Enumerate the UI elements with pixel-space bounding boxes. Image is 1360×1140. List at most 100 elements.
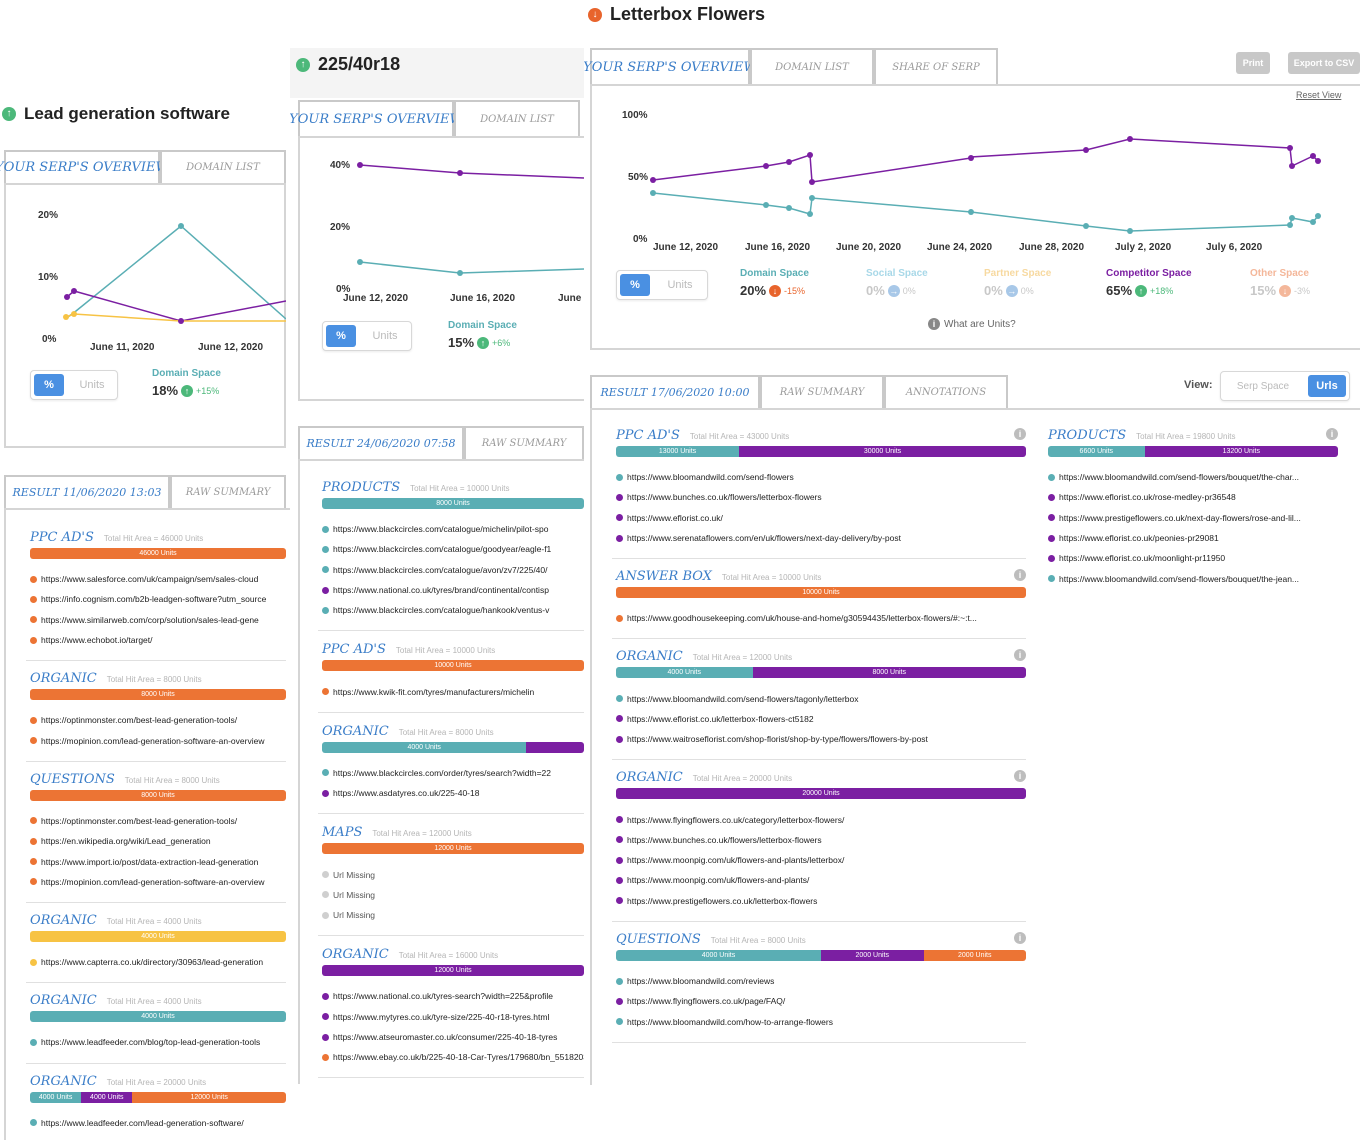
url-item[interactable]: https://www.ebay.co.uk/b/225-40-18-Car-T… bbox=[322, 1047, 584, 1067]
tab-domain-list[interactable]: DOMAIN LIST bbox=[160, 150, 286, 183]
url-text: https://www.similarweb.com/corp/solution… bbox=[41, 614, 259, 625]
url-item[interactable]: Url Missing bbox=[322, 864, 584, 884]
tab-raw-summary[interactable]: RAW SUMMARY bbox=[170, 475, 286, 508]
units-help[interactable]: i What are Units? bbox=[928, 318, 1016, 330]
url-item[interactable]: https://www.waitroseflorist.com/shop-flo… bbox=[616, 729, 1026, 749]
keyword-label: Lead generation software bbox=[24, 104, 230, 123]
url-item[interactable]: https://www.flyingflowers.co.uk/page/FAQ… bbox=[616, 991, 1026, 1011]
section-name: PRODUCTS bbox=[1048, 428, 1127, 443]
url-item[interactable]: https://www.eflorist.co.uk/ bbox=[616, 508, 1026, 528]
url-item[interactable]: https://www.blackcircles.com/catalogue/g… bbox=[322, 539, 584, 559]
tab-raw-summary[interactable]: RAW SUMMARY bbox=[464, 426, 584, 459]
info-icon[interactable]: i bbox=[1014, 931, 1026, 944]
serp-space-button[interactable]: Serp Space bbox=[1221, 372, 1305, 400]
url-item[interactable]: https://mopinion.com/lead-generation-sof… bbox=[30, 730, 286, 750]
url-item[interactable]: https://www.salesforce.com/uk/campaign/s… bbox=[30, 569, 286, 589]
units-button[interactable]: Units bbox=[653, 271, 707, 299]
url-item[interactable]: https://en.wikipedia.org/wiki/Lead_gener… bbox=[30, 831, 286, 851]
tab-domain-list[interactable]: DOMAIN LIST bbox=[454, 100, 580, 136]
domain-dot-icon bbox=[322, 586, 329, 594]
info-icon[interactable]: i bbox=[1326, 428, 1338, 440]
url-list: https://www.bloomandwild.com/send-flower… bbox=[1048, 467, 1338, 589]
domain-dot-icon bbox=[322, 789, 329, 797]
unit-toggle[interactable]: % Units bbox=[322, 321, 412, 351]
url-item[interactable]: https://www.blackcircles.com/catalogue/h… bbox=[322, 600, 584, 620]
url-item[interactable]: https://www.kwik-fit.com/tyres/manufactu… bbox=[322, 681, 584, 701]
section-header: PRODUCTS Total Hit Area = 19800 Units bbox=[1048, 428, 1338, 443]
percent-button[interactable]: % bbox=[34, 374, 64, 396]
url-text: https://www.national.co.uk/tyres/brand/c… bbox=[333, 585, 549, 596]
url-item[interactable]: Url Missing bbox=[322, 905, 584, 925]
section-divider bbox=[318, 630, 584, 632]
unit-toggle[interactable]: % Units bbox=[616, 270, 708, 300]
tab-raw-summary[interactable]: RAW SUMMARY bbox=[760, 375, 884, 408]
url-item[interactable]: https://info.cognism.com/b2b-leadgen-sof… bbox=[30, 589, 286, 609]
info-icon[interactable]: i bbox=[1014, 428, 1026, 440]
url-item[interactable]: https://www.mytyres.co.uk/tyre-size/225-… bbox=[322, 1007, 584, 1027]
tab-result[interactable]: RESULT 24/06/2020 07:58 bbox=[298, 426, 464, 459]
url-item[interactable]: https://www.eflorist.co.uk/moonlight-pr1… bbox=[1048, 548, 1338, 568]
url-item[interactable]: https://www.echobot.io/target/ bbox=[30, 630, 286, 650]
tab-serp-overview[interactable]: YOUR SERP'S OVERVIEW bbox=[584, 48, 757, 84]
percent-button[interactable]: % bbox=[620, 274, 650, 296]
urls-button[interactable]: Urls bbox=[1308, 375, 1346, 397]
url-item[interactable]: https://www.national.co.uk/tyres/brand/c… bbox=[322, 580, 584, 600]
url-item[interactable]: https://www.capterra.co.uk/directory/309… bbox=[30, 952, 286, 972]
url-item[interactable]: https://www.blackcircles.com/catalogue/m… bbox=[322, 519, 584, 539]
total-hit-area: Total Hit Area = 10000 Units bbox=[410, 484, 510, 493]
units-button[interactable]: Units bbox=[359, 322, 411, 350]
url-item[interactable]: https://www.prestigeflowers.co.uk/next-d… bbox=[1048, 508, 1338, 528]
tab-share-of-serp[interactable]: SHARE OF SERP bbox=[874, 48, 998, 84]
url-item[interactable]: https://www.moonpig.com/uk/flowers-and-p… bbox=[616, 850, 1026, 870]
section-divider bbox=[318, 711, 584, 713]
url-item[interactable]: https://www.flyingflowers.co.uk/category… bbox=[616, 809, 1026, 829]
print-button[interactable]: Print bbox=[1236, 52, 1270, 74]
tab-result[interactable]: RESULT 11/06/2020 13:03 bbox=[4, 475, 170, 508]
url-item[interactable]: https://www.bloomandwild.com/how-to-arra… bbox=[616, 1011, 1026, 1031]
url-item[interactable]: https://www.bloomandwild.com/send-flower… bbox=[616, 467, 1026, 487]
url-item[interactable]: https://www.eflorist.co.uk/peonies-pr290… bbox=[1048, 528, 1338, 548]
url-item[interactable]: https://www.asdatyres.co.uk/225-40-18 bbox=[322, 783, 584, 803]
url-item[interactable]: https://optinmonster.com/best-lead-gener… bbox=[30, 811, 286, 831]
tab-serp-overview[interactable]: YOUR SERP'S OVERVIEW bbox=[290, 100, 463, 136]
url-item[interactable]: https://www.import.io/post/data-extracti… bbox=[30, 851, 286, 871]
url-item[interactable]: https://www.bloomandwild.com/send-flower… bbox=[1048, 568, 1338, 588]
url-item[interactable]: https://www.bloomandwild.com/reviews bbox=[616, 971, 1026, 991]
domain-dot-icon bbox=[30, 636, 37, 644]
url-item[interactable]: https://www.blackcircles.com/catalogue/a… bbox=[322, 560, 584, 580]
url-item[interactable]: https://www.bunches.co.uk/flowers/letter… bbox=[616, 830, 1026, 850]
view-toggle[interactable]: Serp Space Urls bbox=[1220, 371, 1350, 401]
url-item[interactable]: https://www.leadfeeder.com/lead-generati… bbox=[30, 1113, 286, 1133]
url-item[interactable]: https://www.bunches.co.uk/flowers/letter… bbox=[616, 487, 1026, 507]
url-item[interactable]: https://www.atseuromaster.co.uk/consumer… bbox=[322, 1027, 584, 1047]
unit-toggle[interactable]: % Units bbox=[30, 370, 118, 400]
url-item[interactable]: https://optinmonster.com/best-lead-gener… bbox=[30, 710, 286, 730]
url-item[interactable]: https://www.bloomandwild.com/send-flower… bbox=[616, 688, 1026, 708]
url-item[interactable]: https://www.serenataflowers.com/en/uk/fl… bbox=[616, 528, 1026, 548]
export-csv-button[interactable]: Export to CSV bbox=[1288, 52, 1360, 74]
units-button[interactable]: Units bbox=[67, 371, 117, 399]
tab-annotations[interactable]: ANNOTATIONS bbox=[884, 375, 1008, 408]
url-item[interactable]: Url Missing bbox=[322, 885, 584, 905]
url-list: https://optinmonster.com/best-lead-gener… bbox=[30, 710, 286, 751]
url-item[interactable]: https://www.eflorist.co.uk/letterbox-flo… bbox=[616, 709, 1026, 729]
domain-dot-icon bbox=[1048, 575, 1055, 583]
url-item[interactable]: https://www.blackcircles.com/order/tyres… bbox=[322, 763, 584, 783]
url-item[interactable]: https://mopinion.com/lead-generation-sof… bbox=[30, 872, 286, 892]
url-item[interactable]: https://www.bloomandwild.com/send-flower… bbox=[1048, 467, 1338, 487]
tab-result[interactable]: RESULT 17/06/2020 10:00 bbox=[590, 375, 760, 408]
url-item[interactable]: https://www.eflorist.co.uk/rose-medley-p… bbox=[1048, 487, 1338, 507]
tab-domain-list[interactable]: DOMAIN LIST bbox=[750, 48, 874, 84]
tab-serp-overview[interactable]: YOUR SERP'S OVERVIEW bbox=[0, 150, 169, 183]
url-item[interactable]: https://www.national.co.uk/tyres-search?… bbox=[322, 986, 584, 1006]
url-item[interactable]: https://www.prestigeflowers.co.uk/letter… bbox=[616, 891, 1026, 911]
metric-value-row: 65% ↑ +18% bbox=[1106, 283, 1192, 298]
url-text: https://www.national.co.uk/tyres-search?… bbox=[333, 991, 553, 1002]
arrow-down-circle-icon: ↓ bbox=[588, 7, 602, 22]
percent-button[interactable]: % bbox=[326, 325, 356, 347]
url-item[interactable]: https://www.moonpig.com/uk/flowers-and-p… bbox=[616, 870, 1026, 890]
section-header: PRODUCTS Total Hit Area = 10000 Units bbox=[322, 480, 584, 495]
url-item[interactable]: https://www.similarweb.com/corp/solution… bbox=[30, 610, 286, 630]
url-item[interactable]: https://www.leadfeeder.com/blog/top-lead… bbox=[30, 1032, 286, 1052]
url-item[interactable]: https://www.goodhousekeeping.com/uk/hous… bbox=[616, 608, 1026, 628]
